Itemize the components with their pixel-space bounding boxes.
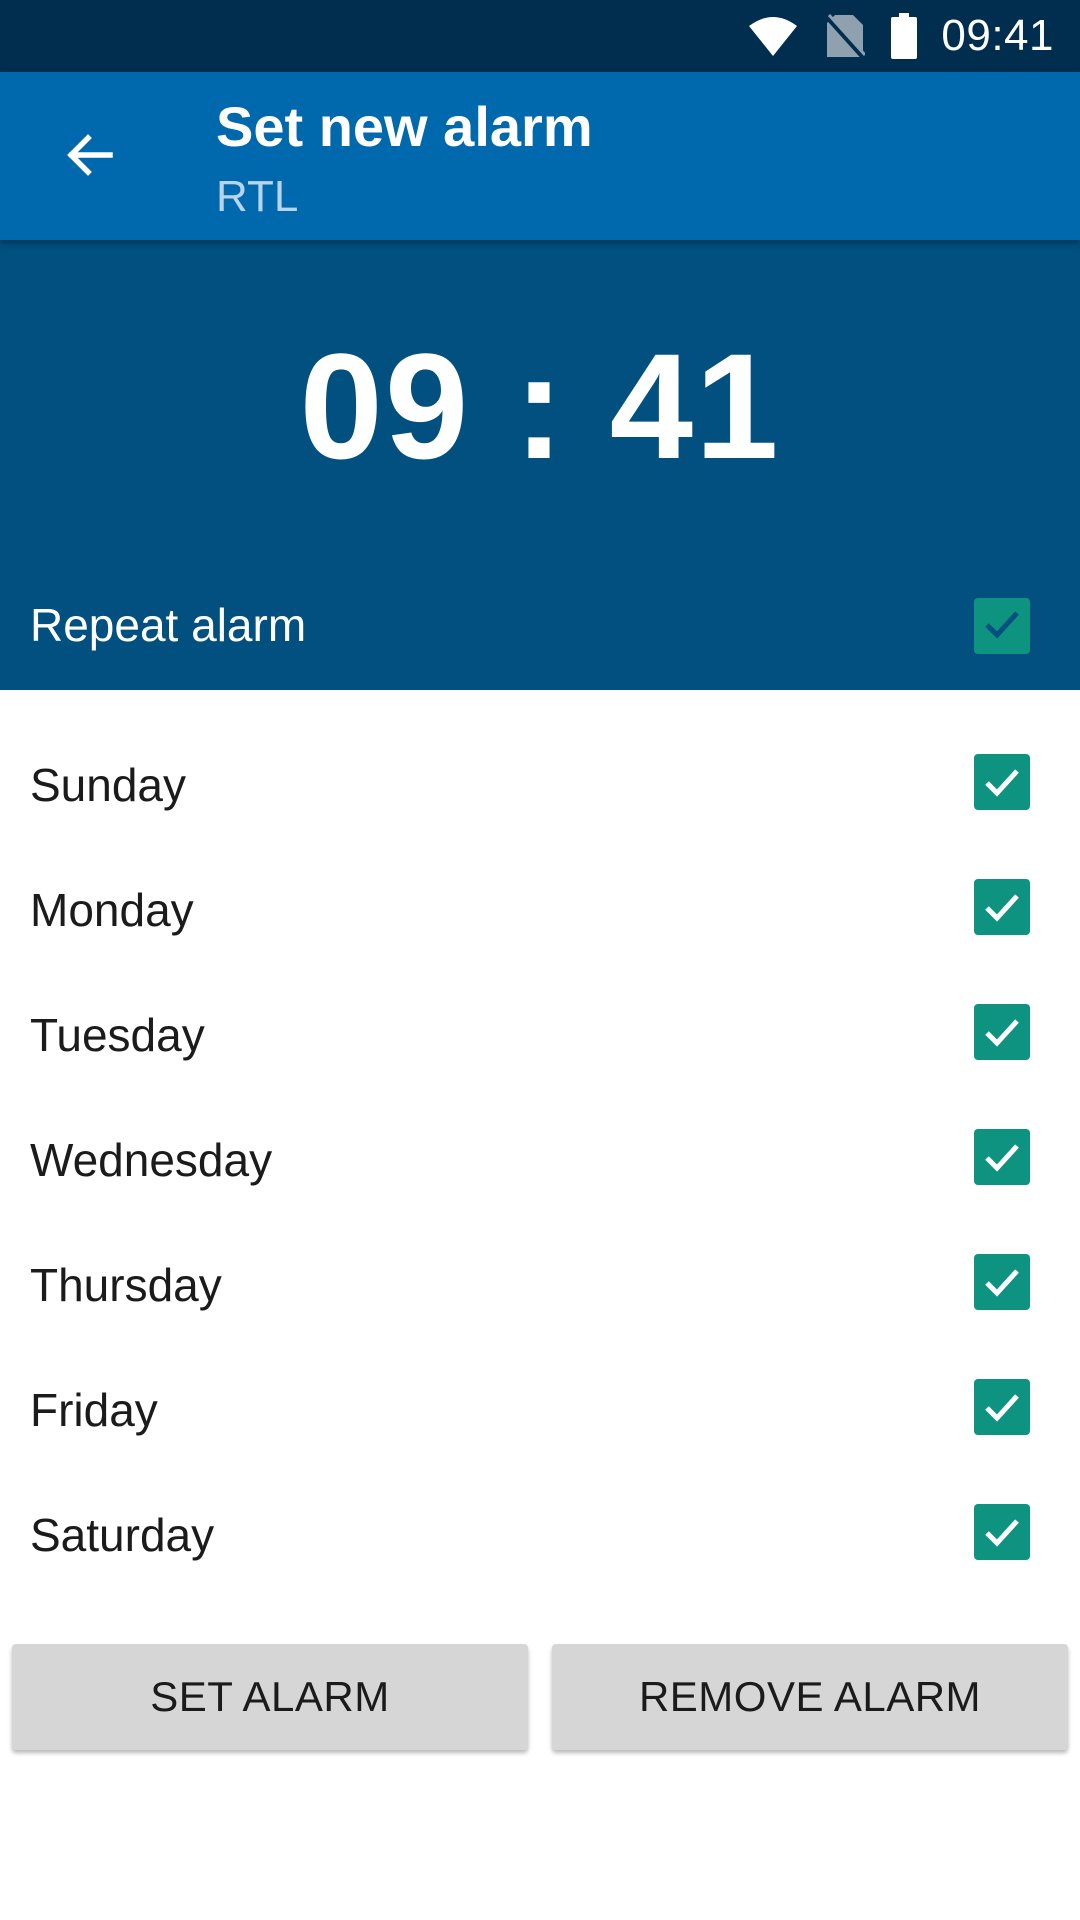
day-label: Tuesday [30, 1009, 205, 1061]
arrow-left-icon [64, 130, 114, 185]
checkmark-icon [985, 1269, 1019, 1297]
back-button[interactable] [44, 112, 134, 202]
day-label: Saturday [30, 1509, 215, 1561]
alarm-hour[interactable]: 09 [299, 322, 470, 490]
day-checkbox-thursday[interactable] [974, 1254, 1030, 1310]
days-list: Sunday Monday Tuesday Wednesday Thursday… [0, 720, 1080, 1595]
day-checkbox-tuesday[interactable] [974, 1004, 1030, 1060]
checkmark-icon [985, 1019, 1019, 1047]
alarm-time-display[interactable]: 09 : 41 [0, 320, 1080, 493]
day-row-monday[interactable]: Monday [0, 845, 1080, 970]
wifi-icon [747, 14, 799, 58]
set-alarm-button[interactable]: SET ALARM [12, 1644, 528, 1750]
day-label: Wednesday [30, 1134, 273, 1186]
day-checkbox-wednesday[interactable] [974, 1129, 1030, 1185]
day-label: Friday [30, 1384, 158, 1436]
action-buttons: SET ALARM REMOVE ALARM [12, 1644, 1068, 1752]
page-title: Set new alarm [216, 95, 593, 158]
checkmark-icon [985, 769, 1019, 797]
battery-icon [891, 13, 918, 59]
checkmark-icon [985, 1519, 1019, 1547]
repeat-alarm-checkbox[interactable] [974, 598, 1030, 654]
day-row-sunday[interactable]: Sunday [0, 720, 1080, 845]
checkmark-icon [985, 894, 1019, 922]
day-row-thursday[interactable]: Thursday [0, 1220, 1080, 1345]
status-bar: 09:41 [0, 0, 1080, 72]
day-label: Thursday [30, 1259, 222, 1311]
repeat-alarm-label: Repeat alarm [30, 599, 307, 651]
alarm-minute[interactable]: 41 [610, 322, 781, 490]
alarm-time-separator: : [514, 322, 566, 490]
day-row-saturday[interactable]: Saturday [0, 1470, 1080, 1595]
day-row-wednesday[interactable]: Wednesday [0, 1095, 1080, 1220]
day-checkbox-saturday[interactable] [974, 1504, 1030, 1560]
remove-alarm-button[interactable]: REMOVE ALARM [552, 1644, 1068, 1750]
alarm-header-panel: 09 : 41 Repeat alarm [0, 240, 1080, 690]
no-sim-icon [825, 13, 866, 59]
day-row-friday[interactable]: Friday [0, 1345, 1080, 1470]
day-label: Sunday [30, 759, 187, 811]
checkmark-icon [982, 604, 1022, 649]
status-time: 09:41 [941, 11, 1054, 60]
day-checkbox-monday[interactable] [974, 879, 1030, 935]
day-row-tuesday[interactable]: Tuesday [0, 970, 1080, 1095]
day-checkbox-friday[interactable] [974, 1379, 1030, 1435]
day-label: Monday [30, 884, 194, 936]
app-bar: Set new alarm RTL [0, 72, 1080, 240]
page-subtitle: RTL [216, 172, 299, 221]
checkmark-icon [985, 1394, 1019, 1422]
day-checkbox-sunday[interactable] [974, 754, 1030, 810]
checkmark-icon [985, 1144, 1019, 1172]
